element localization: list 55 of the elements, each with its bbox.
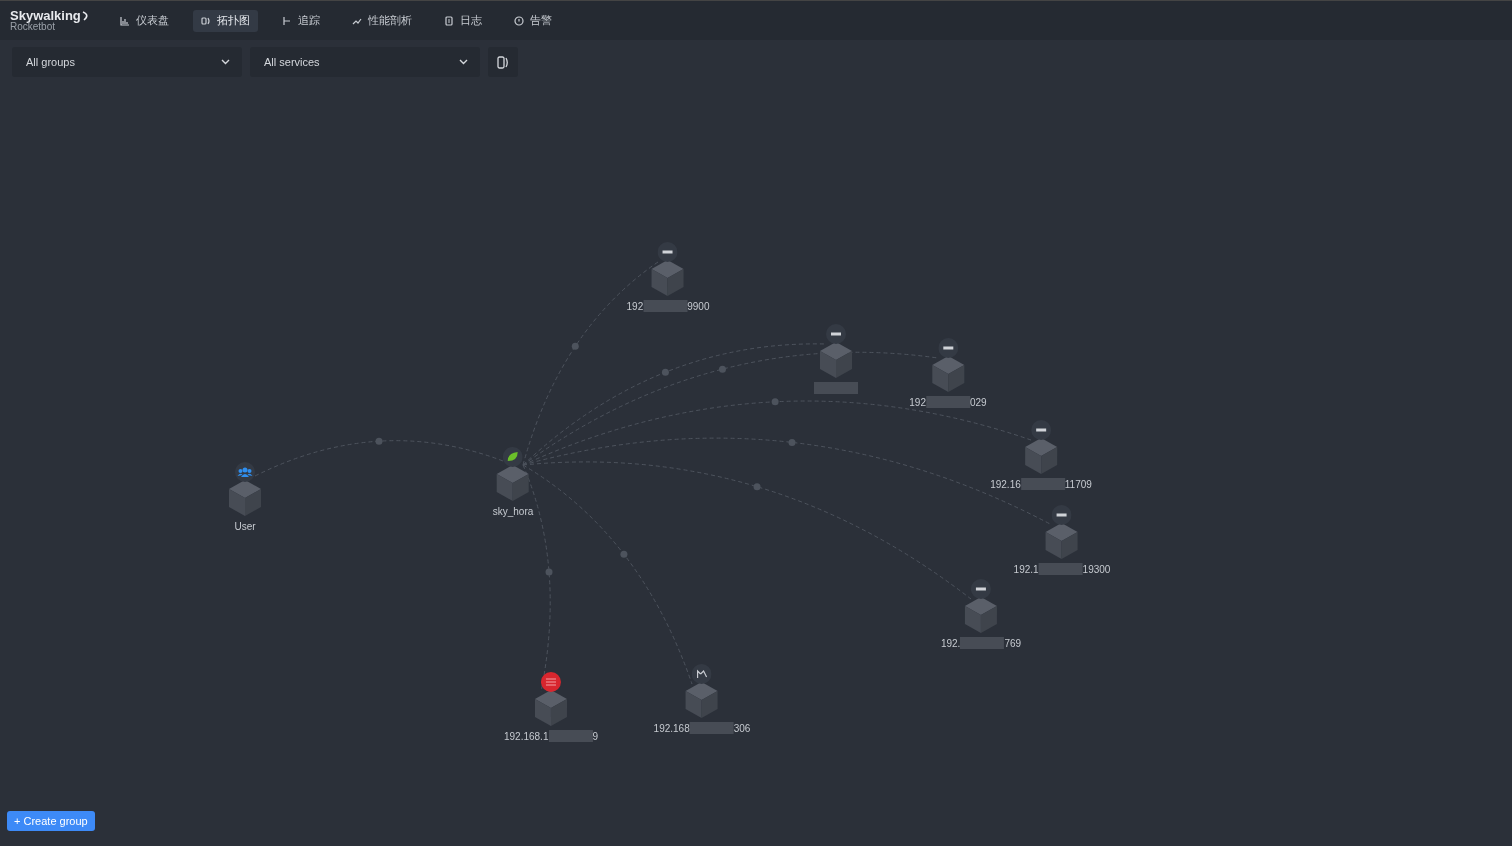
nav-tab[interactable]: 追踪 — [274, 9, 328, 32]
select-field[interactable]: All services — [250, 47, 480, 77]
log-icon — [444, 15, 454, 26]
redaction-block — [689, 722, 734, 734]
redaction-block — [1020, 478, 1065, 490]
nav-tab[interactable]: 性能剖析 — [344, 9, 420, 32]
layout-button[interactable] — [488, 47, 518, 77]
cube-icon[interactable] — [963, 595, 999, 635]
node-label: sky_hora — [492, 505, 534, 517]
redaction-block — [926, 396, 970, 408]
redaction-block — [960, 637, 1005, 649]
node-label: User — [234, 520, 256, 532]
node-label: 769 — [1004, 637, 1022, 649]
node-label: 306 — [733, 722, 751, 734]
node-label: 192.168.1 — [503, 730, 549, 742]
topology-icon — [201, 15, 211, 26]
node-label: 192.16 — [990, 478, 1021, 490]
node-label: 9 — [592, 730, 599, 742]
nav-tab[interactable]: 告警 — [506, 9, 560, 32]
node-label: 19300 — [1082, 563, 1111, 575]
logo-subtitle: Rocketbot — [10, 22, 56, 32]
redaction-block — [1038, 563, 1083, 575]
http-icon — [1031, 420, 1051, 440]
node-label: 192.168 — [653, 722, 690, 734]
nav-tab[interactable]: 拓扑图 — [193, 9, 258, 32]
database-icon — [541, 672, 561, 692]
node-label: 029 — [970, 396, 987, 408]
users-icon — [235, 462, 255, 482]
redaction-block — [548, 730, 593, 742]
dashboard-icon — [120, 15, 130, 26]
chevron-icon — [459, 59, 468, 65]
node-label: 9900 — [687, 300, 710, 312]
redaction-block — [814, 382, 858, 394]
cube-icon[interactable] — [1023, 436, 1059, 476]
chevron-icon — [221, 59, 230, 65]
logo-title: Skywalking — [10, 9, 81, 22]
node-label: 192. — [940, 637, 961, 649]
http-icon — [1052, 505, 1072, 525]
leaf-icon — [503, 447, 523, 467]
arc-icon — [81, 10, 90, 21]
alarm-icon — [514, 15, 524, 26]
http-icon — [971, 579, 991, 599]
http-icon — [658, 242, 678, 262]
http-icon — [826, 324, 846, 344]
nav-tab[interactable]: 仪表盘 — [112, 9, 177, 32]
nav-tab[interactable]: 日志 — [436, 9, 490, 32]
node-label: 192.1 — [1013, 563, 1039, 575]
topology-icon — [497, 55, 509, 69]
http-icon — [938, 338, 958, 358]
node-label: 192 — [626, 300, 644, 312]
redaction-block — [643, 300, 688, 312]
select-field[interactable]: All groups — [12, 47, 242, 77]
node-label: 192 — [909, 396, 926, 408]
trace-icon — [282, 15, 292, 26]
node-label: 11709 — [1064, 478, 1092, 490]
